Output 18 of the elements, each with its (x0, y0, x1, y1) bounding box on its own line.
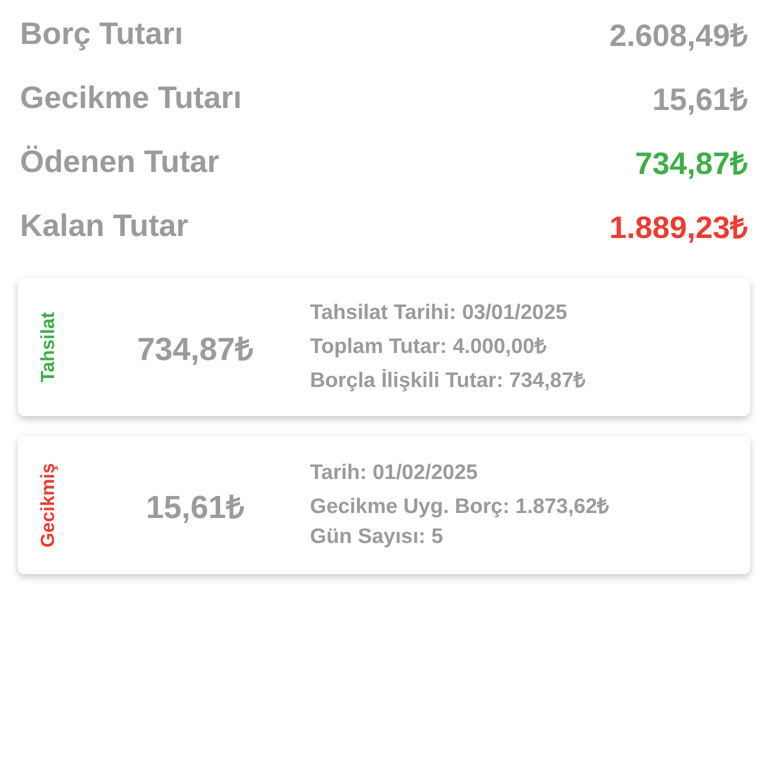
summary-amount: 1.889,23₺ (609, 209, 748, 247)
card-detail: Gün Sayısı: 5 (310, 525, 444, 549)
summary-label: Borç Tutarı (20, 16, 184, 52)
card-detail: Tarih: 01/02/2025 (310, 461, 479, 485)
card-amount: 734,87₺ (137, 330, 253, 368)
summary-amount: 2.608,49₺ (609, 17, 748, 55)
summary-amount: 734,87₺ (635, 145, 748, 183)
card-detail: Gecikme Uyg. Borç: 1.873,62₺ (310, 494, 610, 519)
summary-amount: 15,61₺ (652, 81, 748, 119)
summary-label: Kalan Tutar (20, 208, 188, 244)
summary-label: Gecikme Tutarı (20, 80, 242, 116)
summary-label: Ödenen Tutar (20, 144, 220, 180)
card-detail: Borçla İlişkili Tutar: 734,87₺ (310, 368, 586, 393)
card-detail: Toplam Tutar: 4.000,00₺ (310, 334, 548, 359)
card-detail: Tahsilat Tarihi: 03/01/2025 (310, 301, 568, 325)
card-type-label: Gecikmiş (38, 462, 60, 548)
card-type-label: Tahsilat (38, 312, 60, 382)
card-amount: 15,61₺ (146, 488, 244, 526)
